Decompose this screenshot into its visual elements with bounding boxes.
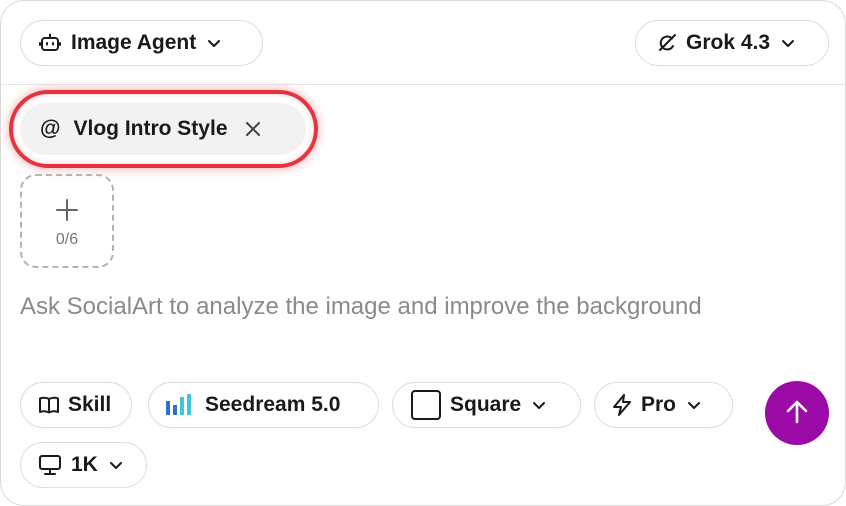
image-model-selector[interactable]: Seedream 5.0 — [148, 382, 379, 428]
chevron-down-icon — [780, 35, 796, 51]
reference-label: Vlog Intro Style — [73, 117, 228, 140]
book-icon — [38, 394, 60, 416]
agent-label: Image Agent — [71, 31, 197, 54]
send-button[interactable] — [765, 381, 829, 445]
agent-selector[interactable]: Image Agent — [20, 20, 263, 66]
image-upload-button[interactable]: 0/6 — [20, 174, 114, 268]
upload-count: 0/6 — [55, 230, 79, 248]
monitor-icon — [38, 454, 62, 476]
quality-label: Pro — [641, 393, 677, 416]
prompt-input[interactable] — [20, 287, 830, 327]
chevron-down-icon — [206, 35, 222, 51]
aspect-ratio-label: Square — [450, 393, 522, 416]
resolution-label: 1K — [71, 453, 98, 476]
reference-chip[interactable]: @ Vlog Intro Style — [20, 103, 306, 155]
skill-button[interactable]: Skill — [20, 382, 132, 428]
lightning-icon — [612, 394, 632, 416]
model-icon — [656, 32, 678, 54]
quality-selector[interactable]: Pro — [594, 382, 733, 428]
square-icon — [410, 389, 442, 421]
model-selector[interactable]: Grok 4.3 — [635, 20, 829, 66]
composer-card: Image Agent Grok 4.3 @ Vlog Intro Style — [0, 0, 846, 506]
at-symbol: @ — [40, 117, 61, 140]
chevron-down-icon — [686, 397, 702, 413]
chevron-down-icon — [108, 457, 124, 473]
skill-label: Skill — [68, 393, 112, 416]
image-model-label: Seedream 5.0 — [205, 393, 341, 416]
resolution-selector[interactable]: 1K — [20, 442, 147, 488]
model-label: Grok 4.3 — [686, 31, 771, 54]
composer-header: Image Agent Grok 4.3 — [1, 1, 845, 85]
robot-icon — [39, 32, 61, 54]
plus-icon — [55, 198, 79, 227]
arrow-up-icon — [783, 398, 811, 429]
aspect-ratio-selector[interactable]: Square — [392, 382, 581, 428]
seedream-logo-icon — [165, 393, 195, 417]
chevron-down-icon — [531, 397, 547, 413]
close-icon[interactable] — [244, 120, 262, 138]
